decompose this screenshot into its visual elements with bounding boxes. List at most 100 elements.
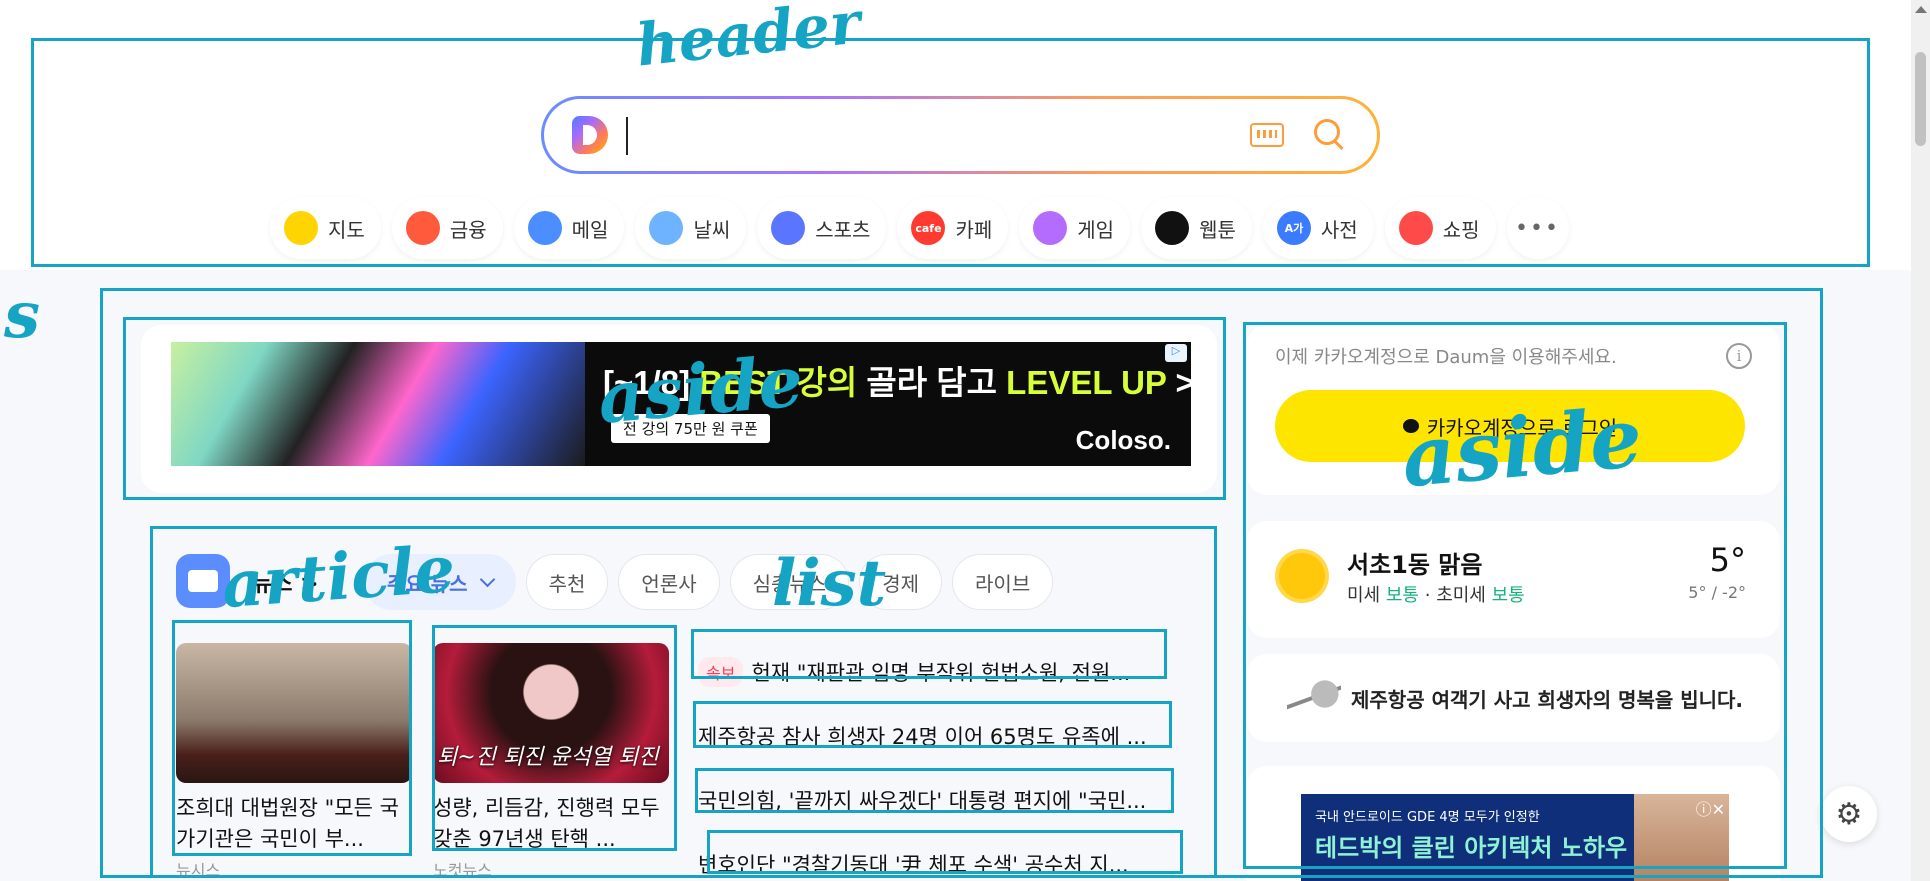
news-tab[interactable]: 심층뉴스	[729, 554, 850, 610]
news-tab[interactable]: 라이브	[952, 554, 1054, 610]
news-card-title[interactable]: 조희대 대법원장 "모든 국가기관은 국민이 부...	[176, 793, 412, 855]
ad-brand-logo: Coloso.	[1075, 425, 1171, 455]
news-card-image-caption: 퇴~진 퇴진 윤석열 퇴진	[437, 745, 659, 770]
service-finance-chart[interactable]: 금융	[391, 197, 503, 259]
memorial-card[interactable]: 제주항공 여객기 사고 희생자의 명복을 빕니다.	[1247, 654, 1780, 742]
weather-location: 서초1동 맑음	[1347, 551, 1483, 579]
headline-text: 변호인단 "경찰기동대 '尹 체포 수색' 공수처 지...	[698, 853, 1129, 877]
aside-ad-main-text: 테드박의 클린 아키텍처 노하우	[1315, 834, 1628, 862]
info-icon[interactable]: i	[1726, 343, 1752, 369]
webtoon-icon	[1155, 211, 1190, 245]
ad-card: [~1/8] BEST 강의 골라 담고 LEVEL UP > 전 강의 75만…	[141, 325, 1217, 493]
aside-ad-card: 국내 안드로이드 GDE 4명 모두가 인정한 테드박의 클린 아키텍처 노하우…	[1247, 766, 1780, 881]
ad-subtext: 전 강의 75만 원 쿠폰	[611, 414, 770, 443]
chrysanthemum-icon	[1287, 678, 1341, 718]
ad-headline: [~1/8] BEST 강의 골라 담고 LEVEL UP >	[603, 364, 1191, 401]
ad-banner[interactable]: [~1/8] BEST 강의 골라 담고 LEVEL UP > 전 강의 75만…	[171, 342, 1191, 466]
login-notice: 이제 카카오계정으로 Daum을 이용해주세요.	[1275, 347, 1617, 368]
chevron-down-icon	[479, 571, 495, 588]
service-label: 스포츠	[815, 217, 871, 242]
service-label: 웹툰	[1199, 217, 1236, 242]
shopping-bag-icon	[1398, 211, 1433, 245]
adchoices-icon[interactable]: ▷	[1165, 344, 1187, 362]
scroll-up-arrow-icon[interactable]	[1915, 6, 1927, 13]
annotation-label-section: s	[4, 278, 41, 353]
news-card-source[interactable]: 노컷뉴스	[433, 857, 669, 881]
game-icon	[1033, 211, 1068, 245]
news-tab[interactable]: 추천	[525, 554, 609, 610]
news-card-source[interactable]: 뉴시스	[176, 857, 412, 881]
sun-icon	[1279, 553, 1325, 599]
service-cafe[interactable]: cafe 카페	[897, 197, 1009, 259]
service-mail[interactable]: 메일	[513, 197, 625, 259]
weather-icon	[649, 211, 684, 245]
news-card[interactable]: 조희대 대법원장 "모든 국가기관은 국민이 부... 뉴시스	[176, 643, 412, 881]
dictionary-icon: A가	[1276, 211, 1311, 245]
mail-icon	[527, 211, 562, 245]
news-tab-label: 언론사	[641, 571, 697, 596]
news-tab[interactable]: 주요 뉴스	[364, 554, 516, 610]
aside-ad-banner[interactable]: 국내 안드로이드 GDE 4명 모두가 인정한 테드박의 클린 아키텍처 노하우…	[1301, 794, 1729, 881]
sports-icon	[771, 211, 806, 245]
news-tab[interactable]: 언론사	[618, 554, 720, 610]
breaking-badge: 속보	[698, 657, 744, 687]
aside-ad-top-text: 국내 안드로이드 GDE 4명 모두가 인정한	[1315, 810, 1540, 825]
service-label: 날씨	[693, 217, 731, 242]
service-shortcuts: 지도 금융 메일 날씨 스포츠 cafe 카페 게임 웹툰 A가 사전 쇼핑 •••	[270, 197, 1569, 259]
service-label: 지도	[328, 217, 365, 242]
service-shopping-bag[interactable]: 쇼핑	[1384, 197, 1496, 259]
news-tab-label: 경제	[882, 571, 920, 596]
more-services-button[interactable]: •••	[1506, 197, 1569, 259]
service-label: 게임	[1077, 217, 1115, 242]
news-card-title[interactable]: 성량, 리듬감, 진행력 모두 갖춘 97년생 탄핵 ...	[433, 793, 669, 855]
headline-item[interactable]: 제주항공 참사 희생자 24명 이어 65명도 유족에 ...	[698, 704, 1218, 768]
headline-text: 국민의힘, '끝까지 싸우겠다' 대통령 편지에 "국민...	[698, 789, 1147, 813]
cafe-icon: cafe	[911, 211, 946, 245]
service-label: 금융	[449, 217, 487, 242]
search-icon[interactable]	[1312, 117, 1346, 151]
service-webtoon[interactable]: 웹툰	[1141, 197, 1252, 259]
daum-logo-icon[interactable]	[572, 116, 608, 154]
kakao-login-button[interactable]: 카카오계정으로 로그인	[1275, 390, 1745, 462]
scroll-thumb[interactable]	[1915, 52, 1926, 146]
search-input[interactable]	[626, 117, 628, 155]
ad-artwork	[171, 342, 585, 466]
memorial-text: 제주항공 여객기 사고 희생자의 명복을 빕니다.	[1351, 688, 1744, 712]
service-game[interactable]: 게임	[1019, 197, 1131, 259]
service-map-pin[interactable]: 지도	[270, 197, 381, 259]
news-tab[interactable]: 경제	[859, 554, 943, 610]
settings-gear-icon[interactable]: ⚙	[1821, 786, 1877, 842]
kakao-login-label: 카카오계정으로 로그인	[1426, 415, 1618, 440]
service-weather[interactable]: 날씨	[635, 197, 747, 259]
headline-item[interactable]: 속보 헌재 "재판관 임명 부작위 헌법소원, 전원...	[698, 640, 1218, 704]
news-title[interactable]: 뉴스 >	[252, 566, 319, 598]
service-dictionary[interactable]: A가 사전	[1262, 197, 1374, 259]
weather-temp-range: 5° / -2°	[1688, 583, 1746, 602]
finance-chart-icon	[405, 211, 440, 245]
service-label: 사전	[1320, 217, 1358, 242]
headline-text: 제주항공 참사 희생자 24명 이어 65명도 유족에 ...	[698, 725, 1147, 749]
kakao-chat-icon	[1402, 419, 1419, 433]
news-card-image[interactable]	[176, 643, 412, 783]
news-tab-label: 주요 뉴스	[387, 571, 468, 596]
search-bar[interactable]	[541, 96, 1380, 174]
news-card-image[interactable]: 퇴~진 퇴진 윤석열 퇴진	[433, 643, 669, 783]
weather-air-quality: 미세 보통 · 초미세 보통	[1347, 585, 1525, 606]
headline-list: 속보 헌재 "재판관 임명 부작위 헌법소원, 전원... 제주항공 참사 희생자 …	[698, 640, 1218, 881]
news-card[interactable]: 퇴~진 퇴진 윤석열 퇴진 성량, 리듬감, 진행력 모두 갖춘 97년생 탄핵…	[433, 643, 669, 881]
news-tab-label: 라이브	[975, 571, 1031, 596]
ad-close-icon[interactable]: ⓘ✕	[1696, 796, 1725, 820]
service-label: 메일	[571, 217, 609, 242]
service-label: 쇼핑	[1442, 217, 1480, 242]
map-pin-icon	[284, 211, 318, 245]
news-section: 뉴스 > 주요 뉴스 추천 언론사 심층뉴스 경제 라이브 조희대 대법원장 "모든 국가…	[150, 530, 1216, 881]
keyboard-icon[interactable]	[1250, 123, 1284, 147]
scrollbar[interactable]	[1911, 0, 1930, 881]
header: 지도 금융 메일 날씨 스포츠 cafe 카페 게임 웹툰 A가 사전 쇼핑 •••	[0, 0, 1930, 270]
weather-card[interactable]: 서초1동 맑음 미세 보통 · 초미세 보통 5° 5° / -2°	[1247, 521, 1780, 638]
news-icon	[176, 554, 230, 608]
headline-text: 헌재 "재판관 임명 부작위 헌법소원, 전원...	[751, 661, 1131, 685]
headline-item[interactable]: 변호인단 "경찰기동대 '尹 체포 수색' 공수처 지...	[698, 832, 1218, 881]
service-sports[interactable]: 스포츠	[757, 197, 887, 259]
headline-item[interactable]: 국민의힘, '끝까지 싸우겠다' 대통령 편지에 "국민...	[698, 768, 1218, 832]
